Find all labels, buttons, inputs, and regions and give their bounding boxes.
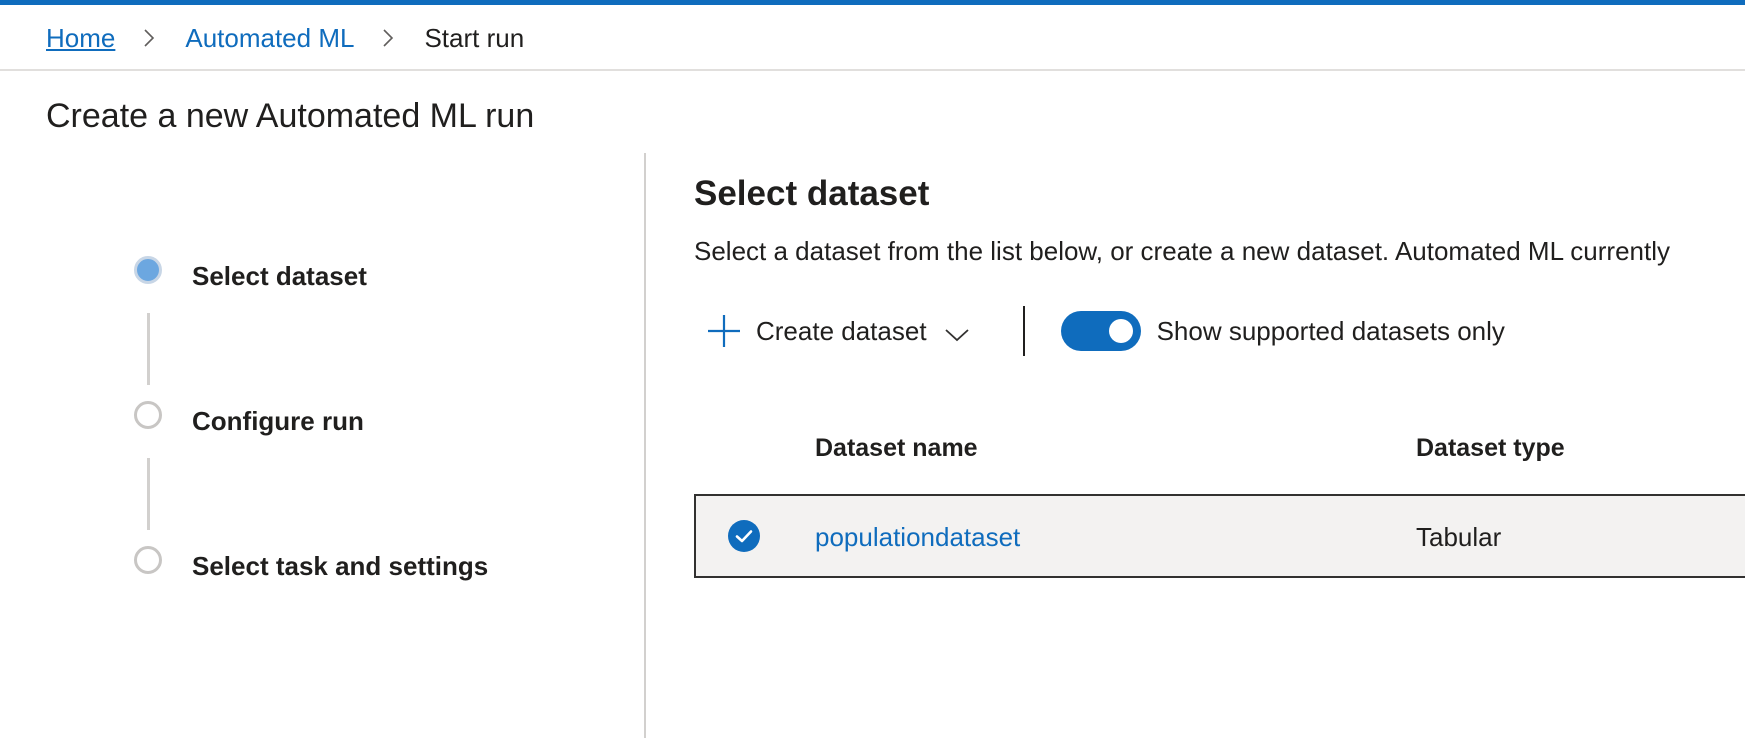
create-dataset-label: Create dataset xyxy=(756,315,927,346)
table-header: Dataset name Dataset type xyxy=(694,430,1745,470)
chevron-down-icon xyxy=(943,321,971,342)
dataset-toolbar: Create dataset Show supported datasets o… xyxy=(706,306,1505,356)
supported-datasets-toggle[interactable] xyxy=(1060,311,1141,351)
supported-datasets-toggle-group[interactable]: Show supported datasets only xyxy=(1060,311,1505,351)
breadcrumb-automated-ml-link[interactable]: Automated ML xyxy=(185,23,354,54)
chevron-right-icon xyxy=(376,25,402,51)
chevron-right-icon xyxy=(137,25,163,51)
header-divider xyxy=(0,69,1745,71)
step-connector xyxy=(147,313,150,385)
toolbar-separator xyxy=(1022,306,1025,356)
breadcrumb: Home Automated ML Start run xyxy=(46,18,524,58)
step-label-select-dataset[interactable]: Select dataset xyxy=(192,261,367,292)
checkmark-circle-icon[interactable] xyxy=(728,520,760,552)
section-description: Select a dataset from the list below, or… xyxy=(694,236,1670,266)
wizard-stepper: Select dataset Configure run Select task… xyxy=(134,255,594,595)
table-row[interactable]: populationdataset Tabular xyxy=(694,494,1745,578)
toggle-knob xyxy=(1108,319,1133,343)
step-indicator-inactive xyxy=(134,401,162,429)
step-label-select-task[interactable]: Select task and settings xyxy=(192,551,488,582)
create-dataset-button[interactable]: Create dataset xyxy=(706,306,971,356)
dataset-type-cell: Tabular xyxy=(1416,522,1502,552)
section-title: Select dataset xyxy=(694,174,930,213)
column-header-dataset-name[interactable]: Dataset name xyxy=(815,434,978,463)
toggle-label: Show supported datasets only xyxy=(1156,315,1505,346)
column-header-dataset-type[interactable]: Dataset type xyxy=(1416,434,1565,463)
dataset-name-link[interactable]: populationdataset xyxy=(815,522,1020,553)
breadcrumb-home-link[interactable]: Home xyxy=(46,23,115,54)
panel-divider xyxy=(644,153,646,738)
plus-icon xyxy=(706,313,742,349)
top-accent-bar xyxy=(0,0,1745,5)
step-connector xyxy=(147,458,150,530)
step-indicator-inactive xyxy=(134,546,162,574)
step-indicator-active xyxy=(134,256,162,284)
breadcrumb-current: Start run xyxy=(424,22,525,53)
step-label-configure-run[interactable]: Configure run xyxy=(192,406,364,437)
page-title: Create a new Automated ML run xyxy=(46,97,535,135)
